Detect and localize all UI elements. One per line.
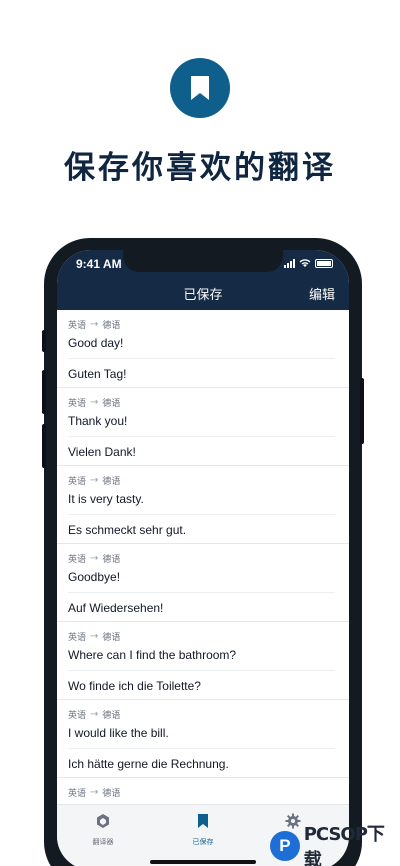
source-language: 英语 — [68, 398, 87, 409]
target-language: 德语 — [102, 476, 121, 487]
translated-text: Auf Wiedersehen! — [68, 601, 164, 615]
source-language: 英语 — [68, 320, 87, 331]
target-language: 德语 — [102, 632, 121, 643]
language-pair: 英语 → 德语 — [68, 396, 349, 409]
source-text: It is very tasty. — [68, 491, 335, 515]
translated-text: Es schmeckt sehr gut. — [68, 523, 187, 537]
translated-text: Ich hätte gerne die Rechnung. — [68, 757, 229, 771]
signal-icon — [284, 258, 295, 268]
home-indicator — [150, 860, 256, 864]
phone-power-button — [360, 378, 364, 444]
phone-side-button — [42, 424, 46, 468]
source-text: I would like the bill. — [68, 725, 335, 749]
source-text: Where can I find the bathroom? — [68, 647, 335, 671]
translated-text: Vielen Dank! — [68, 445, 136, 459]
tab-label: 已保存 — [192, 838, 214, 846]
bookmark-icon — [191, 76, 209, 100]
arrow-right-icon: → — [90, 552, 99, 564]
language-pair: 英语 → 德语 — [68, 708, 349, 721]
arrow-right-icon: → — [90, 708, 99, 720]
tab-translator[interactable]: 翻译器 — [63, 813, 143, 847]
translated-text: Wo finde ich die Toilette? — [68, 679, 201, 693]
target-language: 德语 — [102, 710, 121, 721]
source-language: 英语 — [68, 710, 87, 721]
page-title: 已保存 — [183, 288, 223, 303]
language-pair: 英语 → 德语 — [68, 318, 349, 331]
source-language: 英语 — [68, 788, 87, 799]
arrow-right-icon: → — [90, 630, 99, 642]
bookmark-icon — [198, 814, 208, 828]
watermark-text: PCSOP下载 — [303, 824, 385, 866]
source-language: 英语 — [68, 476, 87, 487]
watermark-logo: P PCSOP下载 — [270, 824, 400, 866]
target-language: 德语 — [102, 554, 121, 565]
target-language: 德语 — [102, 320, 121, 331]
source-text: Good day! — [68, 335, 335, 359]
battery-icon — [315, 258, 333, 268]
saved-item[interactable]: 英语 → 德语 Thank you! Vielen Dank! — [57, 388, 349, 466]
arrow-right-icon: → — [90, 318, 99, 330]
language-pair: 英语 → 德语 — [68, 630, 349, 643]
saved-list: 英语 → 德语 Good day! Guten Tag! 英语 → 德语 Tha… — [57, 310, 349, 804]
phone-side-button — [42, 370, 46, 414]
edit-button[interactable]: 编辑 — [309, 284, 335, 303]
app-screen: 9:41 AM 已保存 编辑 英语 → 德语 Good day! Guten T… — [57, 250, 349, 866]
source-text: Goodbye! — [68, 569, 335, 593]
wifi-icon — [299, 259, 311, 267]
language-pair: 英语 → 德语 — [68, 474, 349, 487]
language-pair: 英语 → 德语 — [68, 552, 349, 565]
saved-item[interactable]: 英语 → 德语 Good day! Guten Tag! — [57, 310, 349, 388]
watermark-icon: P — [270, 831, 300, 861]
target-language: 德语 — [102, 398, 121, 409]
saved-item[interactable]: 英语 → 德语 Where can I find the bathroom? W… — [57, 622, 349, 700]
translated-text: Guten Tag! — [68, 367, 127, 381]
language-pair: 英语 → 德语 — [68, 786, 349, 799]
tab-label: 翻译器 — [92, 838, 114, 846]
saved-item[interactable]: 英语 → 德语 It is very tasty. Es schmeckt se… — [57, 466, 349, 544]
arrow-right-icon: → — [90, 786, 99, 798]
source-language: 英语 — [68, 554, 87, 565]
status-time: 9:41 AM — [76, 257, 122, 271]
promo-title: 保存你喜欢的翻译 — [64, 150, 336, 186]
status-icons — [284, 258, 333, 268]
tab-saved[interactable]: 已保存 — [163, 813, 243, 847]
arrow-right-icon: → — [90, 474, 99, 486]
promo-bookmark-badge — [170, 58, 230, 118]
source-text: Thank you! — [68, 413, 335, 437]
cube-icon — [97, 814, 109, 828]
phone-side-button — [42, 330, 46, 352]
target-language: 德语 — [102, 788, 121, 799]
phone-notch — [123, 250, 283, 272]
saved-item[interactable]: 英语 → 德语 Goodbye! Auf Wiedersehen! — [57, 544, 349, 622]
source-language: 英语 — [68, 632, 87, 643]
arrow-right-icon: → — [90, 396, 99, 408]
saved-item[interactable]: 英语 → 德语 I would like the bill. Ich hätte… — [57, 700, 349, 778]
saved-item[interactable]: 英语 → 德语 — [57, 778, 349, 804]
